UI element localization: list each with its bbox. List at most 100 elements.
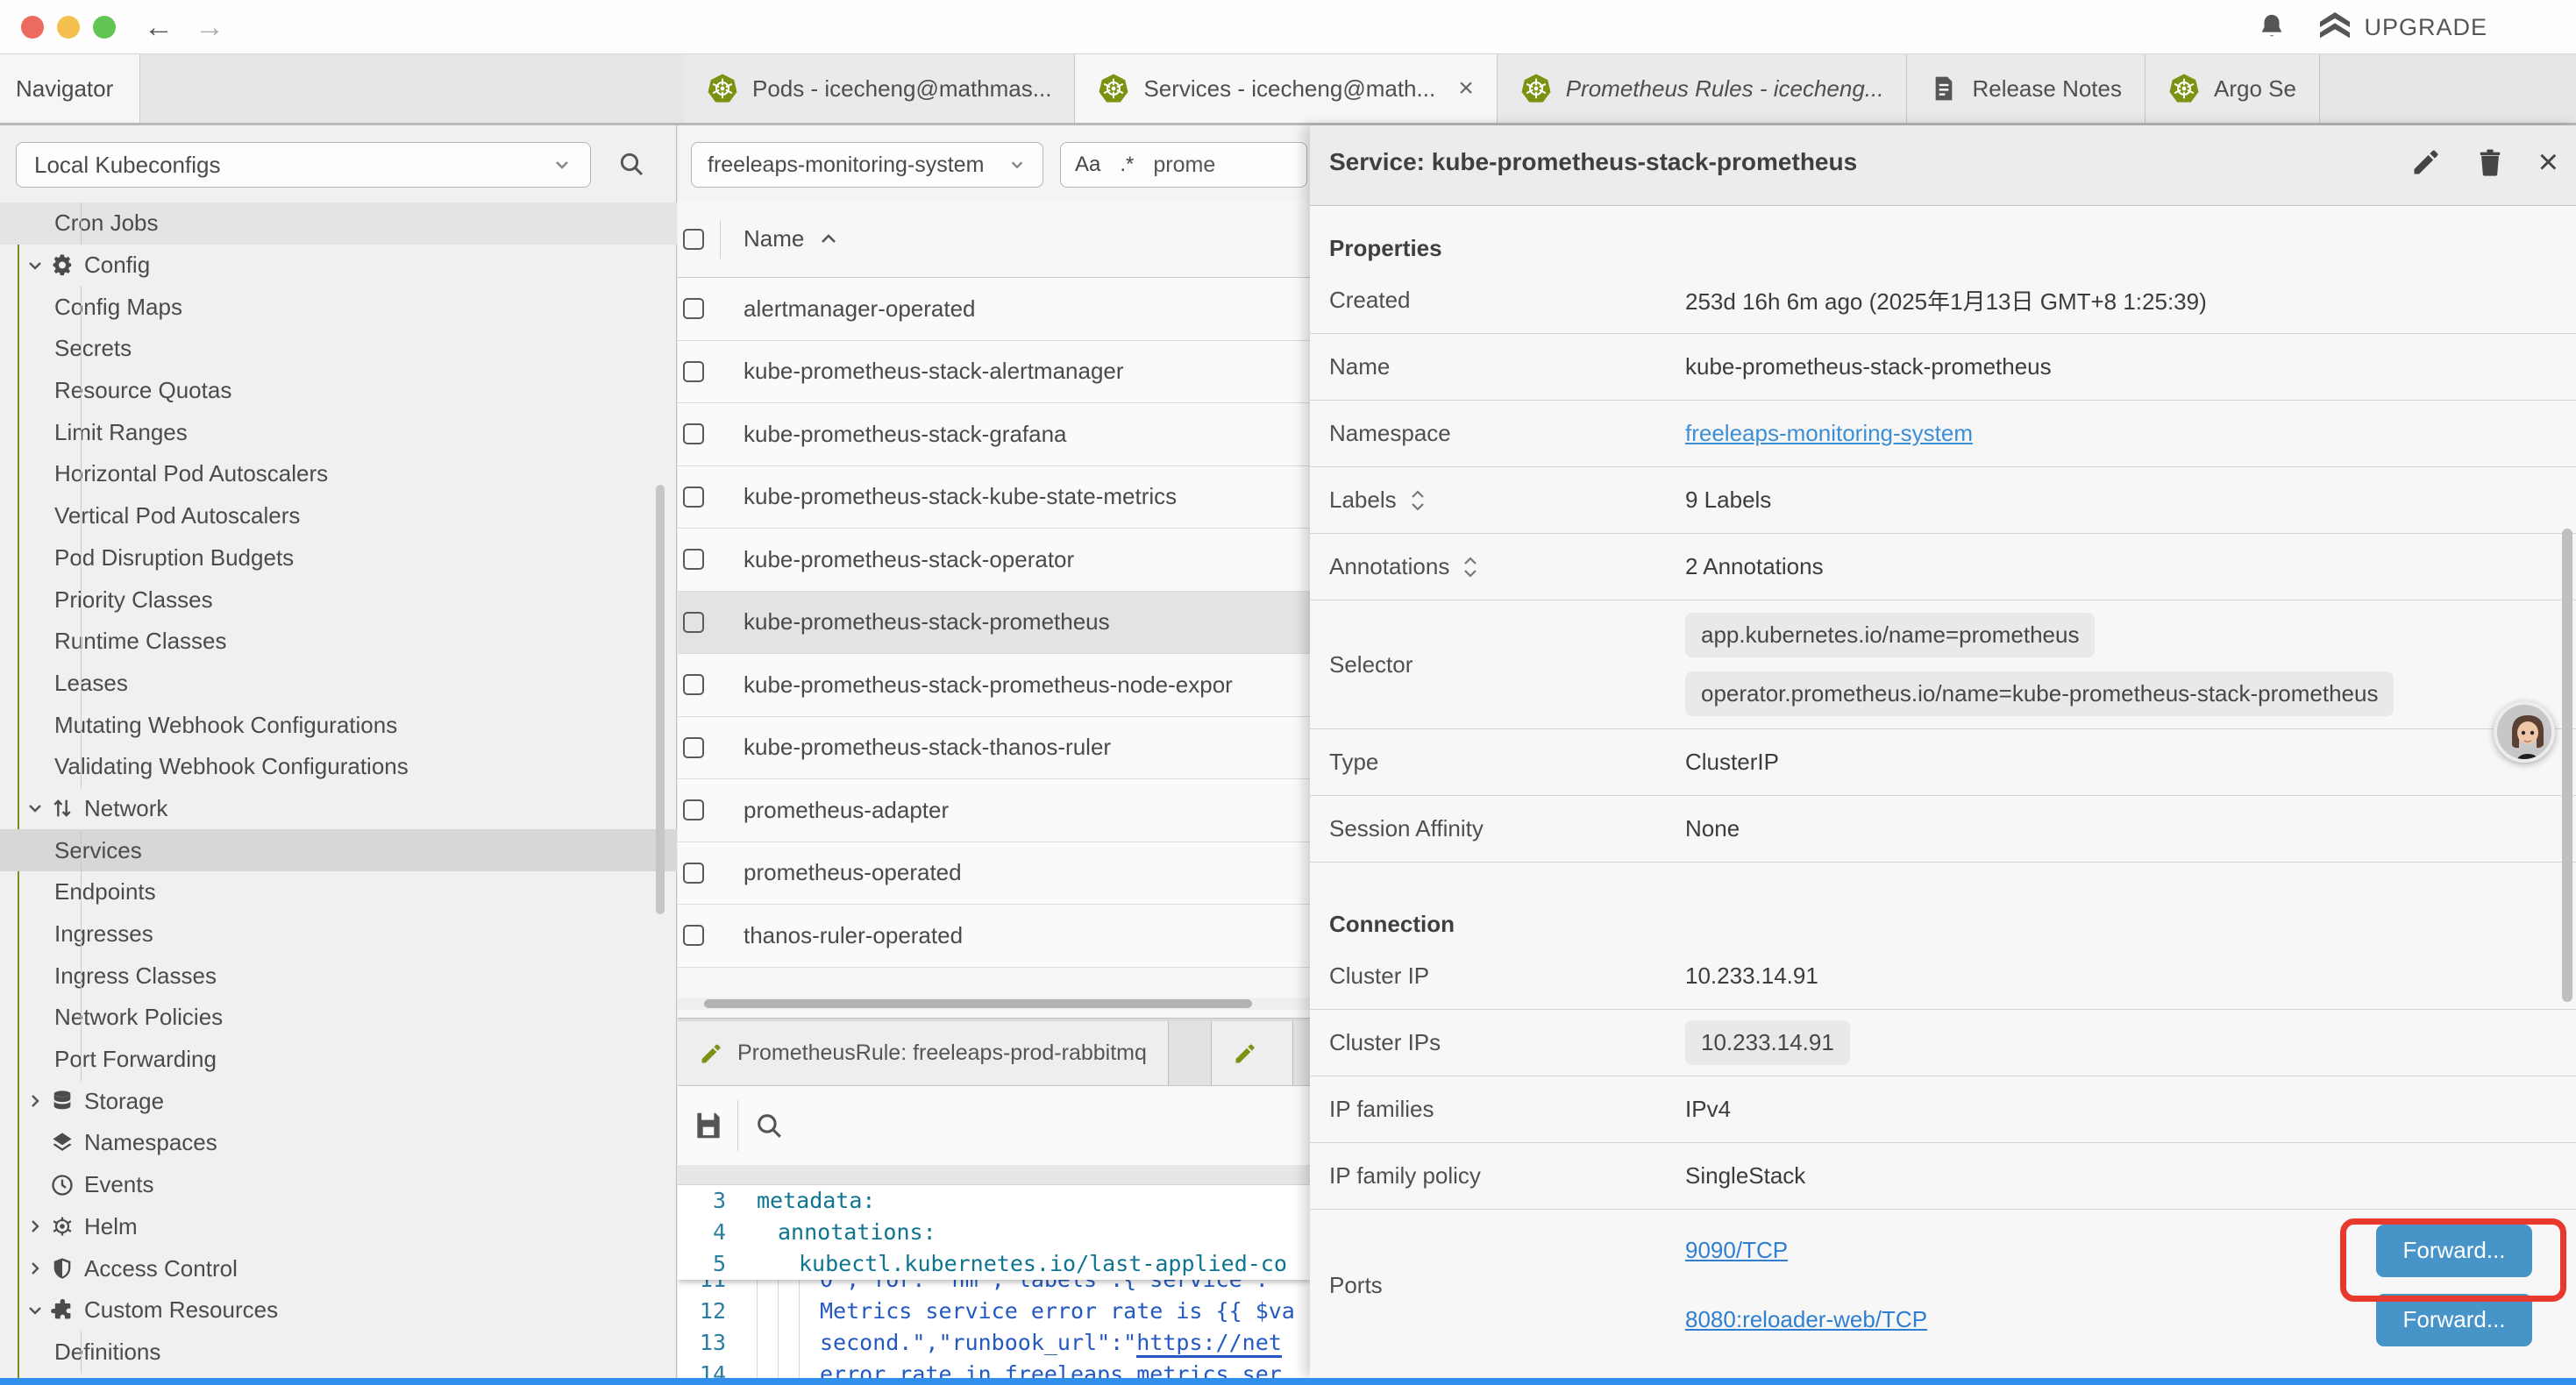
table-row[interactable]: thanos-ruler-operated	[678, 905, 1310, 968]
row-checkbox[interactable]	[683, 799, 704, 820]
resource-search-input[interactable]: Aa .* prome	[1060, 142, 1307, 188]
sidebar-item-events[interactable]: Events	[0, 1164, 677, 1206]
expander-icon[interactable]	[1462, 554, 1479, 580]
row-checkbox[interactable]	[683, 674, 704, 695]
edit-icon[interactable]	[2410, 146, 2442, 178]
sidebar-item-storage[interactable]: Storage	[0, 1080, 677, 1122]
notification-count-badge[interactable]: 15	[2519, 7, 2560, 48]
editor-tab-1[interactable]: PrometheusRule: freeleaps-prod-rabbitmq	[678, 1021, 1169, 1085]
column-header-name[interactable]: Name	[744, 225, 804, 252]
kubeconfig-selector[interactable]: Local Kubeconfigs	[16, 142, 591, 188]
upgrade-button[interactable]: UPGRADE	[2318, 12, 2487, 42]
chevron-right-icon[interactable]	[25, 1216, 47, 1237]
table-row[interactable]: kube-prometheus-stack-alertmanager	[678, 341, 1310, 404]
sidebar-item-ingresses[interactable]: Ingresses	[0, 913, 677, 955]
match-case-toggle[interactable]: Aa	[1075, 153, 1100, 177]
table-row[interactable]: kube-prometheus-stack-prometheus	[678, 592, 1310, 655]
sidebar-item-resource-quotas[interactable]: Resource Quotas	[0, 370, 677, 412]
tab-navigator[interactable]: Navigator	[0, 54, 140, 123]
traffic-light-maximize[interactable]	[93, 16, 116, 39]
table-row[interactable]: kube-prometheus-stack-operator	[678, 529, 1310, 592]
sidebar-item-limit-ranges[interactable]: Limit Ranges	[0, 411, 677, 453]
sidebar-item-config[interactable]: Config	[0, 245, 677, 287]
yaml-editor[interactable]: 110", for: "nm", labels :{ service : 12M…	[678, 1185, 1310, 1385]
row-checkbox[interactable]	[683, 298, 704, 319]
sidebar-item-helm[interactable]: Helm	[0, 1206, 677, 1248]
row-checkbox[interactable]	[683, 487, 704, 508]
sidebar-item-horizontal-pod-autoscalers[interactable]: Horizontal Pod Autoscalers	[0, 453, 677, 495]
row-checkbox[interactable]	[683, 863, 704, 884]
sidebar-item-custom-resources[interactable]: Custom Resources	[0, 1289, 677, 1332]
chevron-down-icon[interactable]	[25, 798, 47, 819]
tab-5[interactable]: Argo Se	[2145, 54, 2320, 123]
value-chip[interactable]: 10.233.14.91	[1685, 1020, 1850, 1065]
back-arrow-icon[interactable]: ←	[140, 9, 177, 46]
sidebar-item-network-policies[interactable]: Network Policies	[0, 997, 677, 1039]
select-all-checkbox[interactable]	[683, 229, 704, 250]
regex-toggle[interactable]: .*	[1120, 153, 1134, 177]
forward-button[interactable]: Forward...	[2376, 1225, 2532, 1277]
port-link[interactable]: 8080:reloader-web/TCP	[1685, 1306, 1927, 1333]
sidebar-item-config-maps[interactable]: Config Maps	[0, 286, 677, 328]
navigator-scrollbar[interactable]	[656, 485, 665, 914]
traffic-light-minimize[interactable]	[57, 16, 80, 39]
chevron-down-icon[interactable]	[25, 1300, 47, 1321]
sidebar-item-port-forwarding[interactable]: Port Forwarding	[0, 1039, 677, 1081]
sidebar-item-secrets[interactable]: Secrets	[0, 328, 677, 370]
sidebar-item-network[interactable]: Network	[0, 788, 677, 830]
sidebar-item-runtime-classes[interactable]: Runtime Classes	[0, 621, 677, 663]
editor-tab-2[interactable]	[1211, 1021, 1293, 1085]
table-row[interactable]: prometheus-operated	[678, 842, 1310, 906]
row-checkbox[interactable]	[683, 423, 704, 444]
sidebar-item-vertical-pod-autoscalers[interactable]: Vertical Pod Autoscalers	[0, 495, 677, 537]
avatar[interactable]	[2494, 701, 2555, 763]
tab-1[interactable]: Pods - icecheng@mathmas...	[684, 54, 1075, 123]
search-icon[interactable]	[617, 150, 645, 178]
tab-3[interactable]: Prometheus Rules - icecheng...	[1498, 54, 1908, 123]
row-checkbox[interactable]	[683, 361, 704, 382]
close-icon[interactable]: ×	[2538, 146, 2558, 178]
sidebar-item-cron-jobs[interactable]: Cron Jobs	[0, 202, 677, 245]
table-header[interactable]: Name	[678, 201, 1310, 278]
tab-4[interactable]: Release Notes	[1907, 54, 2145, 123]
namespace-link[interactable]: freeleaps-monitoring-system	[1685, 420, 1973, 447]
horizontal-scrollbar-thumb[interactable]	[704, 999, 1252, 1008]
row-checkbox[interactable]	[683, 737, 704, 758]
detail-scrollbar[interactable]	[2562, 529, 2572, 1002]
sidebar-item-leases[interactable]: Leases	[0, 663, 677, 705]
chevron-right-icon[interactable]	[25, 1258, 47, 1279]
sidebar-item-priority-classes[interactable]: Priority Classes	[0, 579, 677, 621]
sidebar-item-endpoints[interactable]: Endpoints	[0, 871, 677, 913]
sidebar-item-validating-webhook-configurations[interactable]: Validating Webhook Configurations	[0, 746, 677, 788]
table-row[interactable]: kube-prometheus-stack-thanos-ruler	[678, 717, 1310, 780]
traffic-light-close[interactable]	[21, 16, 44, 39]
table-row[interactable]: alertmanager-operated	[678, 278, 1310, 341]
row-checkbox[interactable]	[683, 925, 704, 946]
tab-2[interactable]: Services - icecheng@math...×	[1075, 54, 1497, 123]
sidebar-item-definitions[interactable]: Definitions	[0, 1332, 677, 1374]
table-row[interactable]: kube-prometheus-stack-grafana	[678, 403, 1310, 466]
delete-icon[interactable]	[2475, 146, 2505, 178]
sidebar-item-access-control[interactable]: Access Control	[0, 1247, 677, 1289]
row-checkbox[interactable]	[683, 612, 704, 633]
sidebar-item-ingress-classes[interactable]: Ingress Classes	[0, 955, 677, 997]
sidebar-item-namespaces[interactable]: Namespaces	[0, 1122, 677, 1164]
chevron-right-icon[interactable]	[25, 1090, 47, 1112]
close-tab-icon[interactable]: ×	[1458, 74, 1474, 103]
expander-icon[interactable]	[1409, 487, 1427, 514]
port-link[interactable]: 9090/TCP	[1685, 1237, 1788, 1264]
editor-search-icon[interactable]	[754, 1111, 784, 1140]
namespace-selector[interactable]: freeleaps-monitoring-system	[691, 142, 1043, 188]
bell-icon[interactable]	[2257, 12, 2287, 42]
save-icon[interactable]	[692, 1109, 725, 1142]
sidebar-item-mutating-webhook-configurations[interactable]: Mutating Webhook Configurations	[0, 704, 677, 746]
row-checkbox[interactable]	[683, 549, 704, 570]
table-row[interactable]: kube-prometheus-stack-prometheus-node-ex…	[678, 654, 1310, 717]
table-row[interactable]: prometheus-adapter	[678, 779, 1310, 842]
sidebar-item-services[interactable]: Services	[0, 829, 677, 871]
horizontal-scrollbar[interactable]	[678, 998, 1310, 1010]
sidebar-item-pod-disruption-budgets[interactable]: Pod Disruption Budgets	[0, 537, 677, 579]
forward-button[interactable]: Forward...	[2376, 1294, 2532, 1346]
selector-chip[interactable]: operator.prometheus.io/name=kube-prometh…	[1685, 671, 2394, 716]
table-row[interactable]: kube-prometheus-stack-kube-state-metrics	[678, 466, 1310, 529]
